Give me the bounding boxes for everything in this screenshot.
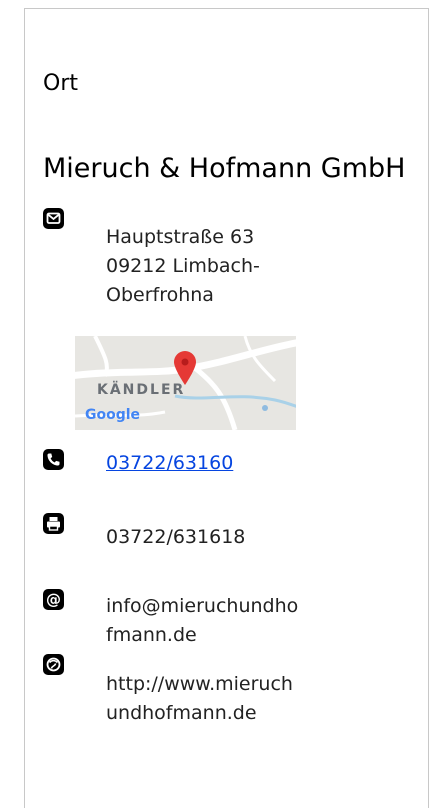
map-thumbnail[interactable]: KÄNDLER Google xyxy=(75,336,296,430)
phone-icon xyxy=(43,449,64,470)
location-card: Ort Mieruch & Hofmann GmbH Hauptstraße 6… xyxy=(24,8,429,808)
phone-link[interactable]: 03722/63160 xyxy=(106,452,233,474)
address-city-line1: 09212 Limbach- xyxy=(106,255,260,277)
fax-icon xyxy=(43,513,64,534)
map-pin-icon xyxy=(174,351,196,385)
phone: 03722/63160 xyxy=(106,449,233,478)
fax: 03722/631618 xyxy=(106,523,245,552)
at-icon: @ xyxy=(43,589,64,610)
website: http://www.mieruch undhofmann.de xyxy=(106,670,293,728)
fax-number: 03722/631618 xyxy=(106,526,246,548)
address: Hauptstraße 63 09212 Limbach- Oberfrohna xyxy=(106,223,260,310)
address-city-line2: Oberfrohna xyxy=(106,284,214,306)
email: info@mieruchundho fmann.de xyxy=(106,592,298,650)
email-line1: info@mieruchundho xyxy=(106,595,299,617)
svg-text:@: @ xyxy=(46,591,61,609)
website-line2[interactable]: undhofmann.de xyxy=(106,699,293,728)
section-title: Ort xyxy=(43,71,78,96)
company-name: Mieruch & Hofmann GmbH xyxy=(43,153,406,184)
email-line2: fmann.de xyxy=(106,624,197,646)
map-google-logo: Google xyxy=(85,407,141,423)
website-line1[interactable]: http://www.mieruch xyxy=(106,670,293,699)
address-street: Hauptstraße 63 xyxy=(106,226,255,248)
web-icon xyxy=(43,654,64,675)
mail-icon xyxy=(43,208,64,229)
